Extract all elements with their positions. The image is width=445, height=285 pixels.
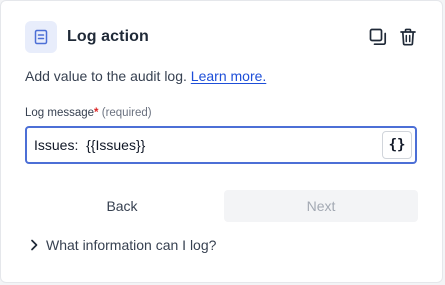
log-message-label: Log message* (required): [25, 107, 152, 119]
log-message-input[interactable]: Issues: {{Issues}} {}: [25, 126, 417, 164]
duplicate-button[interactable]: [368, 26, 388, 48]
panel-title: Log action: [67, 28, 149, 45]
delete-button[interactable]: [398, 26, 418, 48]
duplicate-icon: [369, 28, 387, 46]
required-asterisk: *: [94, 107, 99, 119]
description-text: Add value to the audit log.: [25, 68, 187, 84]
info-expander[interactable]: What information can I log?: [28, 237, 216, 253]
log-list-icon: [25, 21, 57, 53]
chevron-right-icon: [28, 239, 40, 251]
log-message-value[interactable]: Issues: {{Issues}}: [34, 137, 382, 153]
required-hint: (required): [101, 107, 152, 119]
field-label-text: Log message: [25, 107, 95, 119]
panel-header: Log action: [25, 20, 418, 54]
log-action-panel: Log action Add value to the audit log. L…: [0, 0, 443, 283]
expander-label: What information can I log?: [46, 237, 217, 253]
header-actions: [368, 26, 418, 48]
description: Add value to the audit log. Learn more.: [25, 68, 266, 84]
trash-icon: [400, 28, 416, 46]
back-button[interactable]: Back: [25, 190, 219, 222]
learn-more-link[interactable]: Learn more.: [191, 68, 266, 84]
insert-variable-button[interactable]: {}: [382, 131, 412, 159]
next-button[interactable]: Next: [224, 190, 418, 222]
